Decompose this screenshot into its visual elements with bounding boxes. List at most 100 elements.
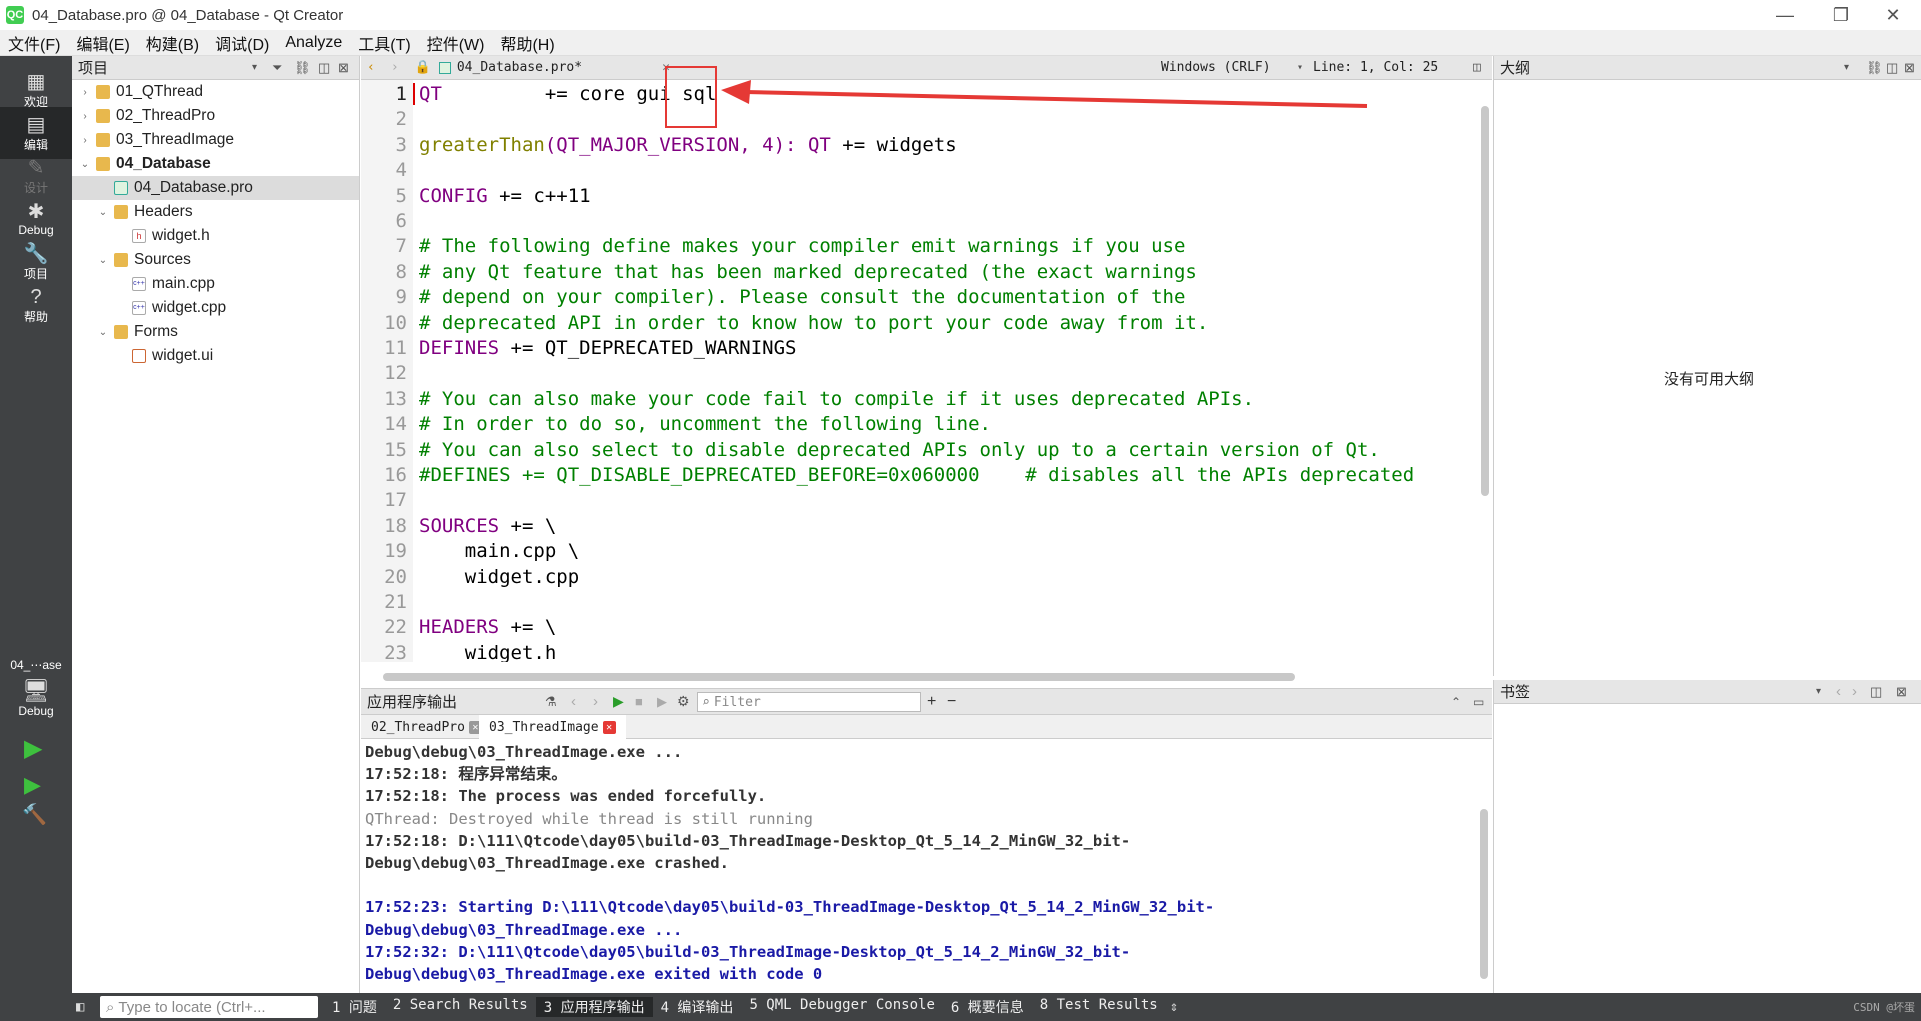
code-line: main.cpp \	[419, 539, 579, 564]
tree-item[interactable]: widget.ui	[72, 344, 359, 368]
output-tab[interactable]: 02_ThreadPro ✕	[361, 715, 492, 739]
encoding-dropdown-icon[interactable]: ▾	[1297, 62, 1303, 73]
debug-run-icon[interactable]: ▶	[24, 772, 41, 798]
zoom-in-icon[interactable]: +	[927, 693, 936, 711]
split-editor-icon[interactable]: ◫	[1473, 60, 1481, 75]
output-prev-icon[interactable]: ‹	[571, 693, 576, 710]
menu-item[interactable]: 工具(T)	[350, 31, 418, 55]
output-text[interactable]: Debug\debug\03_ThreadImage.exe ... 17:52:…	[361, 741, 1476, 991]
close-pane-icon[interactable]: ⊠	[338, 60, 349, 76]
menu-item[interactable]: 编辑(E)	[68, 31, 137, 55]
output-next-icon[interactable]: ›	[593, 693, 598, 710]
kit-selector[interactable]: 04_⋯ase 🖥 Debug	[0, 658, 72, 718]
filter-icon[interactable]: ⏷	[272, 60, 282, 76]
menu-item[interactable]: 帮助(H)	[492, 31, 562, 55]
cursor-position[interactable]: Line: 1, Col: 25	[1313, 60, 1438, 75]
tree-item[interactable]: ⌄ Forms	[72, 320, 359, 344]
bookmarks-prev-icon[interactable]: ‹	[1836, 683, 1841, 700]
status-pane-button[interactable]: 6 概要信息	[943, 997, 1032, 1017]
outline-link-icon[interactable]: ⛓	[1866, 60, 1883, 76]
output-line: Debug\debug\03_ThreadImage.exe ...	[365, 920, 683, 939]
tree-item[interactable]: ⌄ Sources	[72, 248, 359, 272]
split-icon[interactable]: ◫	[318, 60, 330, 76]
output-line: Debug\debug\03_ThreadImage.exe ...	[365, 743, 683, 761]
project-dropdown-icon[interactable]: ▾	[252, 62, 257, 73]
link-icon[interactable]: ⛓	[294, 60, 311, 76]
chevron-icon[interactable]: ›	[78, 111, 92, 122]
output-line: 17:52:23: Starting D:\111\Qtcode\day05\b…	[365, 898, 1215, 917]
debug-attach-icon[interactable]: ▶	[657, 694, 667, 710]
status-pane-button[interactable]: 3 应用程序输出	[535, 997, 653, 1017]
output-tab[interactable]: 03_ThreadImage ✕	[479, 715, 626, 739]
forward-icon[interactable]: ›	[391, 60, 399, 75]
rerun-icon[interactable]: ▶	[613, 693, 624, 710]
build-icon[interactable]: 🔨	[22, 802, 47, 827]
bookmarks-split-icon[interactable]: ◫	[1870, 684, 1882, 700]
tree-item[interactable]: 04_Database.pro	[72, 176, 359, 200]
close-tab-icon[interactable]: ✕	[602, 720, 616, 734]
tree-item[interactable]: c++ main.cpp	[72, 272, 359, 296]
outline-dropdown-icon[interactable]: ▾	[1844, 62, 1849, 73]
code-area[interactable]: QT += core gui sql greaterThan(QT_MAJOR_V…	[361, 80, 1476, 662]
status-pane-button[interactable]: 8 Test Results	[1032, 997, 1166, 1017]
code-line: # You can also make your code fail to co…	[419, 387, 1254, 412]
minimize-pane-icon[interactable]: ▭	[1473, 695, 1484, 709]
vertical-scrollbar[interactable]	[1481, 106, 1489, 496]
chevron-icon[interactable]: ›	[78, 87, 92, 98]
tree-item[interactable]: › 02_ThreadPro	[72, 104, 359, 128]
outline-close-icon[interactable]: ⊠	[1904, 60, 1915, 76]
close-button[interactable]: ✕	[1865, 0, 1921, 30]
code-editor[interactable]: ‹ › 🔒 04_Database.pro* ✕ Windows (CRLF) …	[361, 56, 1492, 686]
chevron-icon[interactable]: ⌄	[96, 255, 110, 266]
tree-item[interactable]: › 03_ThreadImage	[72, 128, 359, 152]
run-icon[interactable]: ▶	[24, 734, 42, 763]
tree-item-label: 03_ThreadImage	[116, 131, 235, 148]
back-icon[interactable]: ‹	[367, 60, 375, 75]
status-pane-button[interactable]: 2 Search Results	[385, 997, 536, 1017]
attach-icon[interactable]: ⚗	[545, 694, 557, 710]
editor-filename[interactable]: 04_Database.pro*	[457, 60, 582, 75]
outline-split-icon[interactable]: ◫	[1886, 60, 1898, 76]
tree-item[interactable]: › 01_QThread	[72, 80, 359, 104]
status-pane-button[interactable]: 5 QML Debugger Console	[741, 997, 942, 1017]
tree-item[interactable]: ⌄ 04_Database	[72, 152, 359, 176]
menu-item[interactable]: 调试(D)	[207, 31, 277, 55]
tree-item[interactable]: c++ widget.cpp	[72, 296, 359, 320]
menu-item[interactable]: 构建(B)	[138, 31, 207, 55]
tree-item[interactable]: ⌄ Headers	[72, 200, 359, 224]
maximize-pane-icon[interactable]: ⌃	[1451, 695, 1461, 709]
output-pane-buttons: 1 问题 2 Search Results 3 应用程序输出 4 编译输出 5 QML …	[324, 997, 1166, 1017]
bookmarks-close-icon[interactable]: ⊠	[1896, 684, 1907, 700]
menu-item[interactable]: Analyze	[277, 34, 350, 52]
encoding-label[interactable]: Windows (CRLF)	[1161, 60, 1271, 75]
bookmarks-next-icon[interactable]: ›	[1852, 683, 1857, 700]
output-scrollbar[interactable]	[1480, 809, 1488, 979]
output-line: Debug\debug\03_ThreadImage.exe exited wi…	[365, 965, 823, 983]
maximize-button[interactable]: ❐	[1813, 0, 1869, 30]
chevron-icon[interactable]: ⌄	[96, 207, 110, 218]
output-filter-input[interactable]: ⌕ Filter	[697, 692, 921, 712]
folder-icon	[96, 133, 110, 147]
chevron-icon[interactable]: ⌄	[96, 327, 110, 338]
status-pane-button[interactable]: 4 编译输出	[653, 997, 742, 1017]
mode-bar: ▦ 欢迎 ▤ 编辑 ✎ 设计 ✱ Debug 🔧 项目? 帮助 04_⋯ase 🖥 Debug ▶ ▶ 🔨	[0, 56, 72, 993]
zoom-out-icon[interactable]: −	[947, 693, 956, 711]
mode-help[interactable]: ? 帮助	[0, 279, 72, 331]
stop-icon[interactable]: ■	[635, 694, 643, 709]
chevron-icon[interactable]: ›	[78, 135, 92, 146]
locate-input[interactable]: ⌕ Type to locate (Ctrl+...	[100, 996, 318, 1018]
tree-item[interactable]: h widget.h	[72, 224, 359, 248]
toggle-sidebar-icon[interactable]: ◧	[76, 999, 84, 1015]
menu-item[interactable]: 文件(F)	[0, 31, 68, 55]
more-panes-icon[interactable]: ⇕	[1170, 999, 1178, 1015]
horizontal-scrollbar[interactable]	[383, 673, 1295, 681]
outline-pane: 大纲 ▾ ⛓ ◫ ⊠ 没有可用大纲	[1493, 56, 1921, 676]
code-token: widget.h	[419, 641, 557, 662]
menu-item[interactable]: 控件(W)	[419, 31, 493, 55]
bookmarks-title: 书签	[1500, 684, 1531, 701]
bookmarks-dropdown-icon[interactable]: ▾	[1816, 686, 1821, 697]
chevron-icon[interactable]: ⌄	[78, 159, 92, 170]
settings-icon[interactable]: ⚙	[677, 693, 690, 710]
minimize-button[interactable]: —	[1757, 0, 1813, 30]
status-pane-button[interactable]: 1 问题	[324, 997, 385, 1017]
